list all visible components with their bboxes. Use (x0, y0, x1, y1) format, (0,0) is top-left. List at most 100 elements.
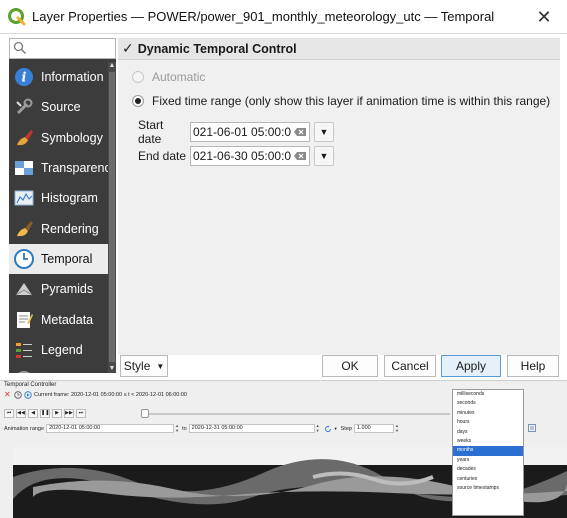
fixed-range-radio[interactable] (132, 95, 144, 107)
automatic-label: Automatic (152, 70, 206, 84)
disable-navigation-icon[interactable]: ✕ (4, 391, 12, 399)
sidebar-item-label: Pyramids (41, 282, 94, 297)
time-unit-option[interactable]: weeks (453, 437, 523, 446)
range-end-input[interactable]: 2020-12-31 05:00:00 (188, 424, 315, 433)
search-input[interactable] (9, 38, 116, 59)
symbology-brush-icon (13, 127, 35, 149)
sidebar-item-label: Rendering (41, 221, 99, 236)
rewind-start-button[interactable]: ⏮ (4, 409, 14, 418)
cancel-button[interactable]: Cancel (384, 355, 436, 377)
sidebar-item-histogram[interactable]: Histogram (9, 183, 109, 213)
scroll-down-icon[interactable]: ▼ (108, 365, 116, 373)
refresh-range-icon[interactable] (324, 425, 332, 433)
fixed-range-option[interactable]: Fixed time range (only show this layer i… (132, 94, 550, 108)
style-button[interactable]: Style ▼ (120, 355, 168, 377)
range-start-spinner-icon[interactable]: ▲ ▼ (174, 423, 180, 433)
animation-range-label: Animation range (4, 425, 45, 432)
start-date-dropdown-icon[interactable]: ▼ (314, 122, 334, 142)
previous-frame-button[interactable]: ◀◀ (16, 409, 26, 418)
sidebar-item-label: Information (41, 70, 104, 85)
sidebar-item-rendering[interactable]: Rendering (9, 213, 109, 243)
end-date-dropdown-icon[interactable]: ▼ (314, 146, 334, 166)
sidebar-item-transparency[interactable]: Transparency (9, 153, 109, 183)
scroll-up-icon[interactable]: ▲ (108, 62, 116, 70)
qgis-server-icon (13, 369, 35, 373)
automatic-radio[interactable] (132, 71, 144, 83)
step-input[interactable]: 1.000 (353, 424, 394, 433)
rendering-brush-icon (13, 218, 35, 240)
next-frame-button[interactable]: ▶▶ (64, 409, 74, 418)
sidebar-item-temporal[interactable]: Temporal (9, 243, 109, 275)
time-unit-option[interactable]: seconds (453, 399, 523, 408)
time-unit-option[interactable]: milliseconds (453, 390, 523, 399)
sidebar-item-label: Legend (41, 342, 83, 357)
start-date-label: Start date (138, 118, 164, 146)
clear-icon[interactable] (293, 149, 307, 163)
sidebar-item-source[interactable]: Source (9, 92, 109, 122)
sidebar-nav: i Information Source Symbology Transparency H… (9, 62, 109, 373)
skip-end-button[interactable]: ⏭ (76, 409, 86, 418)
play-forward-button[interactable]: ▶ (52, 409, 62, 418)
range-start-input[interactable]: 2020-12-01 05:00:00 (46, 424, 175, 433)
sidebar-item-information[interactable]: i Information (9, 62, 109, 92)
svg-text:i: i (22, 71, 27, 86)
animation-mode-icon[interactable] (24, 391, 32, 399)
sidebar-item-symbology[interactable]: Symbology (9, 123, 109, 153)
pause-button[interactable]: ❚❚ (40, 409, 50, 418)
help-button[interactable]: Help (507, 355, 559, 377)
window-title: Layer Properties — POWER/power_901_month… (32, 9, 495, 24)
sidebar-scrollbar[interactable]: ▲ ▼ (108, 62, 116, 373)
start-date-value: 021-06-01 05:00:0 (193, 125, 292, 139)
step-spinner-icon[interactable]: ▲ ▼ (394, 423, 400, 433)
timeline-slider-handle[interactable] (141, 409, 149, 418)
dynamic-temporal-control-header[interactable]: ✓ Dynamic Temporal Control (118, 38, 560, 60)
end-date-input[interactable]: 021-06-30 05:00:0 (190, 146, 310, 166)
end-date-label: End date (138, 149, 187, 163)
start-date-input[interactable]: 021-06-01 05:00:0 (190, 122, 310, 142)
close-button[interactable]: ✕ (533, 6, 555, 28)
title-bar: Layer Properties — POWER/power_901_month… (0, 0, 567, 34)
time-unit-dropdown-list[interactable]: milliseconds seconds minutes hours days weeks… (452, 389, 524, 516)
timeline-slider-track[interactable] (146, 413, 450, 415)
clear-icon[interactable] (293, 125, 307, 139)
sidebar-item-label: Source (41, 100, 81, 115)
info-icon: i (13, 66, 35, 88)
automatic-option[interactable]: Automatic (132, 70, 205, 84)
range-end-spinner-icon[interactable]: ▲ ▼ (315, 423, 321, 433)
ok-button[interactable]: OK (322, 355, 378, 377)
legend-icon (13, 339, 35, 361)
sidebar-item-label: Symbology (41, 130, 103, 145)
range-to-label: to (182, 425, 187, 432)
time-unit-option[interactable]: minutes (453, 409, 523, 418)
time-unit-option[interactable]: centuries (453, 475, 523, 484)
chevron-down-icon: ▼ (156, 361, 165, 371)
scroll-thumb[interactable] (109, 72, 115, 362)
settings-icon[interactable] (528, 424, 536, 432)
time-unit-option[interactable]: source timestamps (453, 484, 523, 493)
sidebar-item-metadata[interactable]: Metadata (9, 304, 109, 334)
time-unit-option[interactable]: decades (453, 465, 523, 474)
current-frame-text: Current frame: 2020-12-01 05:00:00 ≤ t <… (34, 392, 187, 398)
sidebar-item-pyramids[interactable]: Pyramids (9, 274, 109, 304)
clock-icon (13, 248, 35, 270)
end-date-value: 021-06-30 05:00:0 (193, 149, 292, 163)
time-unit-option[interactable]: months (453, 446, 523, 456)
temporal-panel: ✓ Dynamic Temporal Control Automatic Fix… (118, 38, 560, 178)
step-label: Step (340, 425, 352, 432)
time-unit-option[interactable]: hours (453, 418, 523, 427)
pyramid-icon (13, 278, 35, 300)
dynamic-temporal-control-label: Dynamic Temporal Control (137, 41, 297, 56)
sidebar-item-qgis[interactable]: QGIS (9, 365, 109, 373)
sidebar-item-legend[interactable]: Legend (9, 335, 109, 365)
apply-button[interactable]: Apply (441, 355, 501, 377)
play-backward-button[interactable]: ◀ (28, 409, 38, 418)
histogram-icon (13, 187, 35, 209)
transparency-icon (13, 157, 35, 179)
sidebar-item-label: Temporal (41, 251, 93, 266)
clock-icon[interactable] (14, 391, 22, 399)
playback-controls: ⏮ ◀◀ ◀ ❚❚ ▶ ▶▶ ⏭ (4, 409, 88, 418)
chevron-down-icon[interactable]: ▼ (334, 426, 338, 431)
checkmark-icon[interactable]: ✓ (122, 40, 134, 57)
time-unit-option[interactable]: years (453, 456, 523, 465)
time-unit-option[interactable]: days (453, 428, 523, 437)
